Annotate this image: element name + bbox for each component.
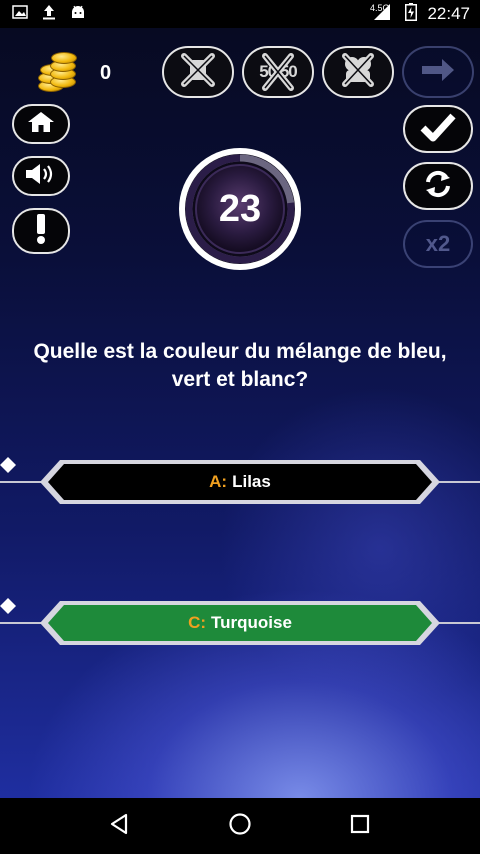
answer-c-text: Turquoise (211, 613, 292, 632)
check-icon (420, 112, 456, 147)
answer-option-a[interactable]: A: Lilas (0, 457, 480, 507)
crossed-out-icon (338, 50, 378, 95)
diamond-icon (0, 457, 16, 473)
report-button[interactable] (12, 208, 70, 254)
recents-icon[interactable] (348, 812, 372, 841)
upload-icon (42, 4, 56, 25)
answer-c-letter: C: (188, 613, 207, 632)
network-type-label: 4.5G (369, 3, 390, 13)
diamond-icon (0, 598, 16, 614)
answer-option-c[interactable]: C: Turquoise (0, 598, 480, 648)
navigation-bar (0, 798, 480, 854)
image-icon (12, 4, 28, 24)
game-screen: 0 50 50 x2 23 Quelle est la couleur du m… (0, 28, 480, 798)
home-icon (26, 110, 56, 139)
switch-question-button[interactable] (403, 162, 473, 210)
status-time: 22:47 (427, 4, 470, 23)
confirm-answer-button[interactable] (403, 105, 473, 153)
lifeline-ask-audience-button[interactable] (162, 46, 234, 98)
exclamation-icon (34, 213, 48, 250)
fifty-fifty-crossed-icon: 50 50 (253, 52, 303, 92)
status-bar: 4.5G 22:47 (0, 0, 480, 28)
countdown-timer: 23 (175, 144, 305, 274)
home-circle-icon[interactable] (228, 812, 252, 841)
timer-seconds: 23 (218, 187, 262, 230)
answer-a-text: Lilas (232, 472, 271, 491)
lifeline-next-button[interactable] (402, 46, 474, 98)
android-icon (70, 4, 86, 25)
home-button[interactable] (12, 104, 70, 144)
coins-icon (36, 50, 77, 94)
back-icon[interactable] (108, 812, 132, 841)
answer-a-letter: A: (209, 472, 228, 491)
crossed-out-icon (178, 50, 218, 95)
refresh-icon (422, 168, 454, 205)
arrow-right-icon (418, 55, 458, 90)
lifeline-phone-button[interactable] (322, 46, 394, 98)
double-answer-button[interactable]: x2 (403, 220, 473, 268)
question-text: Quelle est la couleur du mélange de bleu… (33, 340, 447, 391)
lifeline-fifty-fifty-button[interactable]: 50 50 (242, 46, 314, 98)
sound-icon (23, 161, 59, 192)
coins-count: 0 (100, 62, 112, 84)
double-answer-label: x2 (425, 231, 451, 256)
battery-icon (405, 2, 418, 26)
sound-button[interactable] (12, 156, 70, 196)
